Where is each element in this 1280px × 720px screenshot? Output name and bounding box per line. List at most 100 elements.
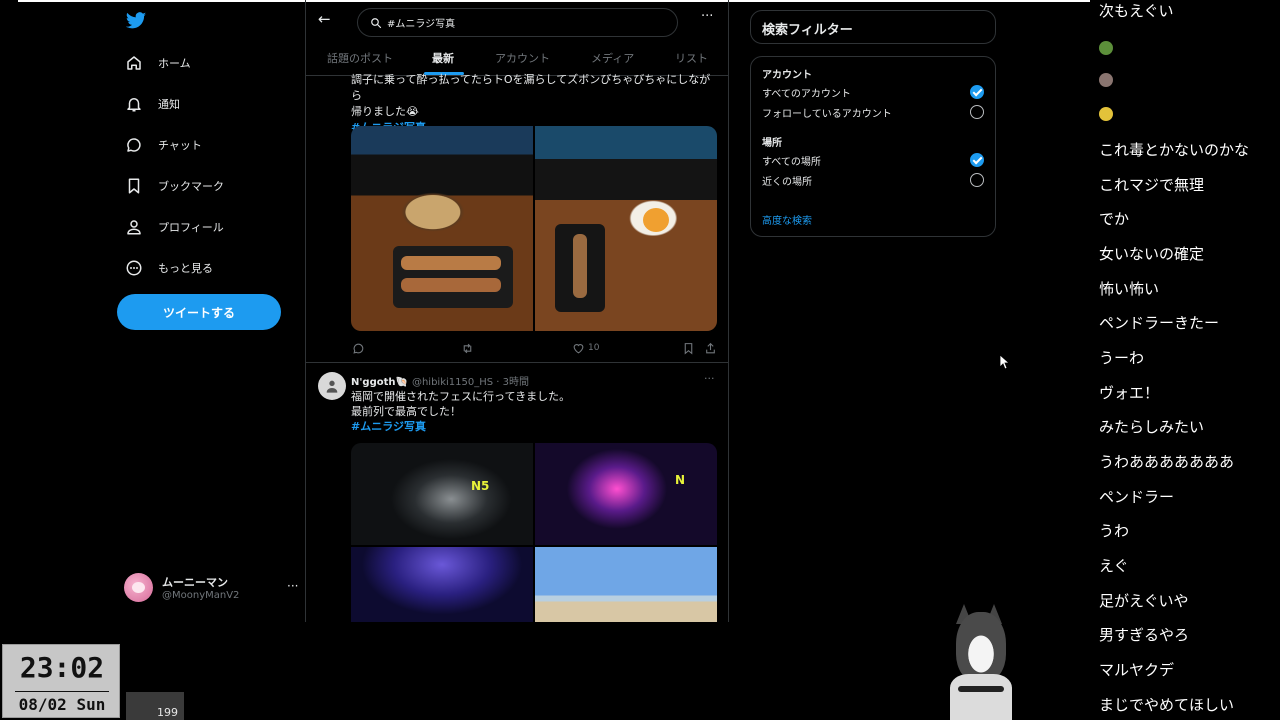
chat-message: ペンドラーきたー bbox=[1099, 314, 1220, 332]
nav-more-label: もっと見る bbox=[158, 262, 213, 275]
account-switcher[interactable]: ムーニーマン @MoonyManV2 ··· bbox=[124, 573, 299, 605]
profile-name: ムーニーマン bbox=[162, 576, 228, 589]
filter-section-account: アカウント bbox=[762, 70, 812, 81]
photo-detail bbox=[393, 246, 513, 308]
husky-avatar-image bbox=[950, 604, 1012, 720]
search-more-button[interactable]: ··· bbox=[701, 9, 713, 24]
clock-date: 08/02 Sun bbox=[18, 695, 106, 714]
hashtag-link[interactable]: #ムニラジ写真 bbox=[351, 419, 721, 434]
dog-collar bbox=[958, 686, 1004, 692]
stage-logo-graphic: N bbox=[675, 473, 686, 487]
chat-message: マルヤクデ bbox=[1099, 661, 1175, 679]
retweet-button[interactable] bbox=[461, 340, 474, 356]
bell-icon bbox=[124, 94, 144, 114]
search-input[interactable] bbox=[387, 17, 667, 28]
tweet-photo[interactable]: N5 bbox=[351, 443, 533, 545]
advanced-search-link[interactable]: 高度な検索 bbox=[762, 212, 812, 227]
chat-message: 足がえぐいや bbox=[1099, 592, 1189, 610]
filter-option-label: フォローしているアカウント bbox=[762, 109, 892, 120]
nav-chat-label: チャット bbox=[158, 139, 202, 152]
like-button[interactable]: 10 bbox=[572, 340, 599, 356]
filter-option-following[interactable]: フォローしているアカウント bbox=[762, 104, 986, 120]
nav-notifications[interactable]: 通知 bbox=[124, 90, 180, 118]
tab-people[interactable]: アカウント bbox=[495, 50, 550, 66]
radio-unchecked-icon[interactable] bbox=[970, 173, 984, 187]
radio-unchecked-icon[interactable] bbox=[970, 105, 984, 119]
like-count: 10 bbox=[588, 343, 600, 353]
search-icon bbox=[371, 17, 382, 28]
profile-handle: @MoonyManV2 bbox=[162, 590, 240, 601]
retweet-icon bbox=[463, 343, 472, 353]
bookmark-icon bbox=[124, 176, 144, 196]
viewer-count: 199 bbox=[157, 706, 178, 719]
share-icon bbox=[706, 342, 715, 353]
chat-stamp-emoji bbox=[1099, 41, 1113, 55]
home-icon bbox=[124, 53, 144, 73]
viewer-counter: 199 bbox=[126, 692, 184, 720]
filter-section-location: 場所 bbox=[762, 138, 782, 149]
chat-message: うーわ bbox=[1099, 349, 1145, 367]
left-navigation: ホーム 通知 チャット ブックマーク プロフィール もっと見る ツイートする ム… bbox=[110, 0, 305, 622]
chat-message: えぐ bbox=[1099, 557, 1129, 575]
radio-checked-icon[interactable] bbox=[970, 85, 984, 99]
nav-more[interactable]: もっと見る bbox=[124, 254, 213, 282]
stage-logo-graphic: N5 bbox=[471, 479, 490, 493]
chat-message: うわあああああああ bbox=[1099, 453, 1235, 471]
tweet-more-button[interactable]: ··· bbox=[704, 372, 715, 385]
chat-message: 怖い怖い bbox=[1099, 280, 1160, 298]
search-filter-panel: アカウント すべてのアカウント フォローしているアカウント 場所 すべての場所 … bbox=[750, 56, 996, 237]
reply-button[interactable] bbox=[352, 340, 365, 356]
chat-stamp-emoji bbox=[1099, 73, 1113, 87]
tweet-photo[interactable] bbox=[351, 126, 533, 331]
filter-option-anywhere[interactable]: すべての場所 bbox=[762, 152, 986, 168]
search-bar[interactable] bbox=[357, 8, 678, 37]
clock-divider bbox=[15, 691, 109, 692]
tweet-photo[interactable] bbox=[535, 547, 717, 622]
nav-chat[interactable]: チャット bbox=[124, 131, 202, 159]
nav-profile[interactable]: プロフィール bbox=[124, 213, 224, 241]
chat-message: これマジで無理 bbox=[1099, 176, 1205, 194]
tab-lists[interactable]: リスト bbox=[675, 50, 708, 66]
tweet-divider bbox=[306, 362, 728, 363]
share-button[interactable] bbox=[704, 340, 717, 356]
more-circle-icon bbox=[124, 258, 144, 278]
dog-body bbox=[950, 674, 1012, 720]
radio-checked-icon[interactable] bbox=[970, 153, 984, 167]
tweet-media-grid[interactable]: N5 N bbox=[351, 443, 717, 622]
nav-bookmarks[interactable]: ブックマーク bbox=[124, 172, 224, 200]
tweet-photo[interactable]: N bbox=[535, 443, 717, 545]
back-arrow-icon[interactable]: ← bbox=[318, 10, 331, 28]
tab-media[interactable]: メディア bbox=[591, 50, 634, 66]
tweet-header: N'ggoth🐚 @hibiki1150_HS · 3時間 bbox=[351, 373, 529, 388]
chat-message: 次もえぐい bbox=[1099, 2, 1174, 20]
avatar[interactable] bbox=[318, 372, 346, 400]
tweet-photo[interactable] bbox=[535, 126, 717, 331]
tweet-media-grid[interactable] bbox=[351, 126, 717, 331]
tweet-button[interactable]: ツイートする bbox=[117, 294, 281, 330]
nav-home[interactable]: ホーム bbox=[124, 49, 191, 77]
tweet-author-name[interactable]: N'ggoth🐚 bbox=[351, 377, 408, 388]
reply-icon bbox=[353, 343, 364, 354]
bookmark-icon bbox=[684, 342, 693, 355]
tweet-text-line: 最前列で最高でした！ bbox=[351, 405, 461, 418]
tab-top[interactable]: 話題のポスト bbox=[327, 50, 393, 66]
person-icon bbox=[124, 217, 144, 237]
nav-bookmarks-label: ブックマーク bbox=[158, 180, 224, 193]
tweet-photo[interactable] bbox=[351, 547, 533, 622]
bookmark-button[interactable] bbox=[682, 340, 695, 356]
search-results-column: ← ··· 話題のポスト 最新 アカウント メディア リスト 調子に乗って酔っ払… bbox=[305, 0, 729, 622]
filter-option-all-accounts[interactable]: すべてのアカウント bbox=[762, 84, 986, 100]
photo-detail bbox=[643, 208, 669, 232]
chat-message: まじでやめてほしい bbox=[1099, 696, 1235, 714]
chat-message: 女いないの確定 bbox=[1099, 245, 1205, 263]
profile-more-button[interactable]: ··· bbox=[287, 579, 298, 593]
filter-option-label: 近くの場所 bbox=[762, 177, 812, 188]
tweet-text-line: 調子に乗って酔っ払ってたらトOを漏らしてズボンびちゃびちゃにしながら bbox=[351, 73, 711, 102]
chat-icon bbox=[124, 135, 144, 155]
filter-option-near-you[interactable]: 近くの場所 bbox=[762, 172, 986, 188]
twitter-bird-icon[interactable] bbox=[125, 10, 147, 32]
search-filter-header: 検索フィルター bbox=[750, 10, 996, 44]
mouse-cursor-icon bbox=[999, 354, 1009, 370]
tweet-text-line: 帰りました😭 bbox=[351, 105, 419, 118]
tab-latest[interactable]: 最新 bbox=[432, 50, 454, 66]
